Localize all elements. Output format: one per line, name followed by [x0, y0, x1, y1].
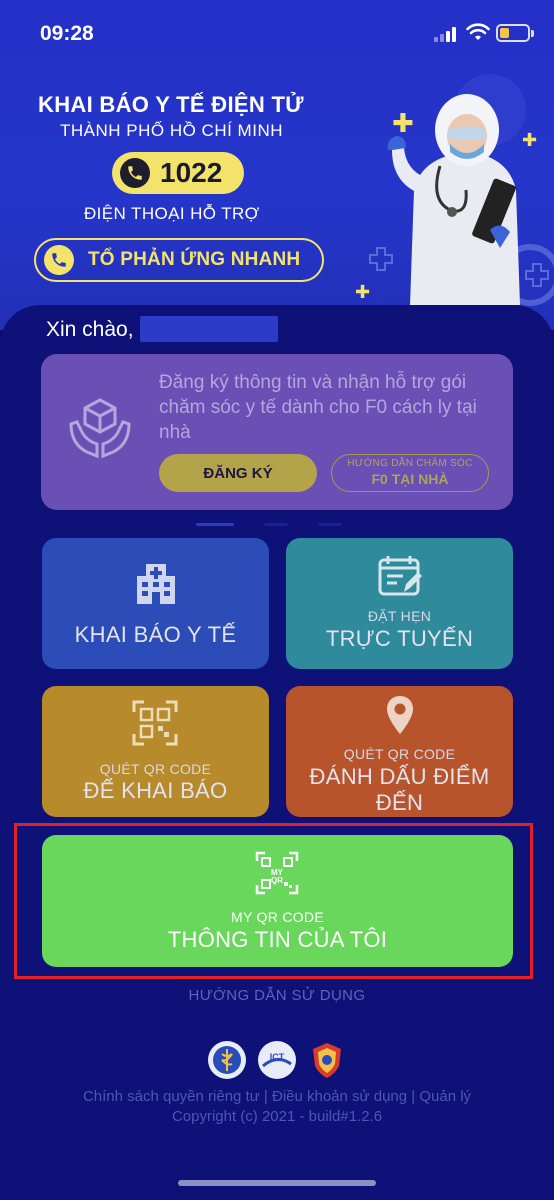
care-hands-icon — [69, 398, 131, 459]
status-time: 09:28 — [40, 22, 94, 45]
calendar-edit-icon — [378, 556, 422, 596]
copyright-text: Copyright (c) 2021 - build#1.2.6 — [171, 1108, 383, 1125]
tile-sublabel: QUÉT QR CODE — [99, 761, 212, 777]
user-name-redacted — [140, 316, 278, 342]
f0-promo-card[interactable]: Đăng ký thông tin và nhận hỗ trợ gói chă… — [41, 354, 513, 510]
signal-icon — [434, 26, 460, 42]
tile-label-line2: ĐẾN — [375, 790, 424, 815]
tile-label: TRỰC TUYẾN — [325, 626, 474, 651]
greeting-text: Xin chào, — [46, 318, 134, 341]
ministry-of-health-logo — [208, 1041, 246, 1079]
carousel-dot[interactable] — [318, 523, 342, 526]
ict-logo: ICT — [258, 1041, 296, 1079]
register-button[interactable]: ĐĂNG KÝ — [159, 454, 317, 492]
tile-sublabel: QUÉT QR CODE — [343, 746, 456, 762]
svg-text:ICT: ICT — [270, 1052, 285, 1062]
scan-qr-checkin-tile[interactable]: QUÉT QR CODE ĐÁNH DẤU ĐIỂM ĐẾN — [286, 686, 513, 817]
scan-qr-declare-tile[interactable]: QUÉT QR CODE ĐỂ KHAI BÁO — [42, 686, 269, 817]
tile-label: KHAI BÁO Y TẾ — [74, 622, 237, 647]
footer-links[interactable]: Chính sách quyền riêng tư | Điều khoản s… — [0, 1088, 554, 1105]
online-booking-tile[interactable]: ĐẶT HẸN TRỰC TUYẾN — [286, 538, 513, 669]
guide-line2: F0 TẠI NHÀ — [371, 471, 449, 487]
quick-response-label: TỔ PHẢN ỨNG NHANH — [88, 249, 301, 270]
tile-label-line1: ĐÁNH DẤU ĐIỂM — [309, 764, 490, 789]
qr-scan-icon — [132, 700, 178, 746]
tile-sublabel: ĐẶT HẸN — [367, 608, 432, 624]
app-subtitle: THÀNH PHỐ HỒ CHÍ MINH — [60, 121, 283, 140]
phone-icon — [44, 245, 74, 275]
usage-guide-link[interactable]: HƯỚNG DẪN SỬ DỤNG — [0, 987, 554, 1004]
carousel-dot-active[interactable] — [196, 523, 234, 526]
f0-home-care-guide-button[interactable]: HƯỚNG DẪN CHĂM SÓC F0 TẠI NHÀ — [331, 454, 489, 492]
guide-line1: HƯỚNG DẪN CHĂM SÓC — [347, 458, 473, 469]
promo-text: Đăng ký thông tin và nhận hỗ trợ gói chă… — [159, 372, 477, 443]
highlight-frame — [14, 823, 533, 979]
hotline-number: 1022 — [160, 157, 223, 188]
carousel-dot[interactable] — [264, 523, 288, 526]
battery-icon — [496, 24, 534, 42]
hospital-icon — [137, 564, 175, 604]
phone-icon — [120, 158, 150, 188]
partner-logos: ICT — [207, 1040, 347, 1080]
header-banner: 09:28 KHAI BÁO Y TẾ ĐIỆN TỬ THÀNH PHỐ HỒ… — [0, 0, 554, 330]
health-declaration-tile[interactable]: KHAI BÁO Y TẾ — [42, 538, 269, 669]
quick-response-button[interactable]: TỔ PHẢN ỨNG NHANH — [34, 238, 324, 282]
carousel-indicator — [196, 523, 342, 526]
support-label: ĐIỆN THOẠI HỖ TRỢ — [84, 204, 260, 223]
plus-icon: ✚ — [355, 282, 371, 302]
tile-label: ĐỂ KHAI BÁO — [83, 778, 228, 803]
status-bar: 09:28 — [0, 0, 554, 60]
hotline-button[interactable]: 1022 — [112, 152, 244, 194]
health-worker-illustration — [387, 74, 554, 306]
shield-logo — [313, 1043, 341, 1078]
home-indicator[interactable] — [178, 1180, 376, 1186]
app-title: KHAI BÁO Y TẾ ĐIỆN TỬ — [38, 92, 304, 117]
wifi-icon — [466, 23, 490, 40]
location-pin-icon — [387, 696, 413, 734]
